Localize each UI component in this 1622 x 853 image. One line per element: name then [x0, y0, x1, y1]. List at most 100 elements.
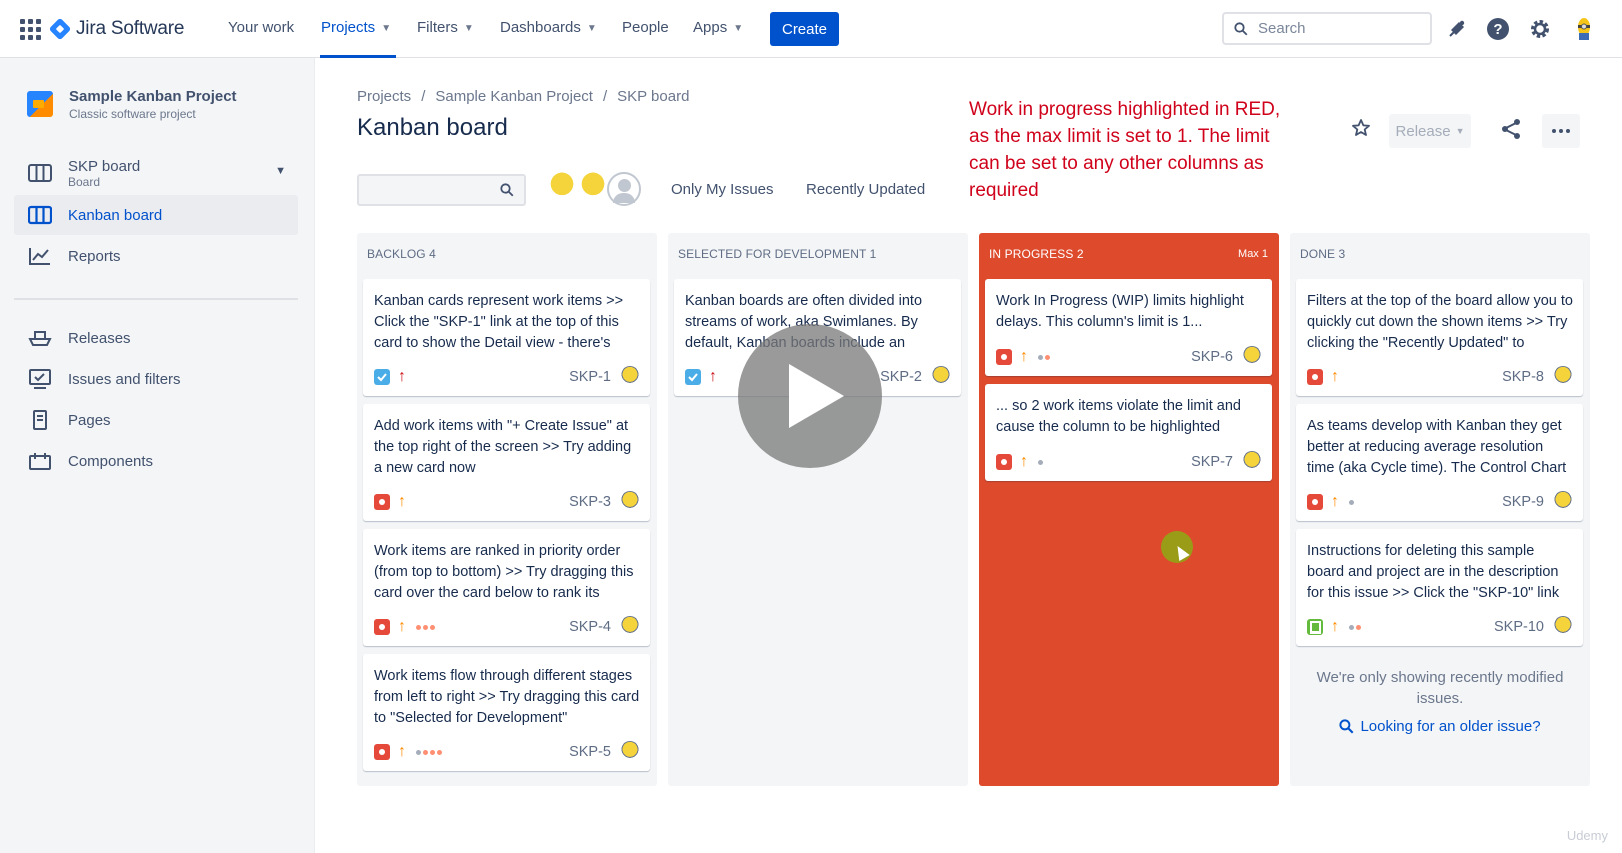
issue-key[interactable]: SKP-2 — [880, 369, 922, 385]
chevron-down-icon: ▼ — [463, 23, 474, 34]
estimate-dots-icon — [1038, 354, 1050, 360]
issue-card[interactable]: As teams develop with Kanban they get be… — [1296, 404, 1583, 521]
issue-key[interactable]: SKP-1 — [569, 369, 611, 385]
jira-logo[interactable]: Jira Software — [48, 14, 185, 44]
sidebar-item-kanban-board[interactable]: Kanban board — [14, 195, 298, 235]
create-button[interactable]: Create — [770, 12, 839, 46]
video-play-button[interactable] — [738, 324, 882, 468]
estimate-dots-icon — [1038, 459, 1043, 465]
assignee-avatar[interactable] — [619, 616, 641, 638]
share-icon[interactable] — [1500, 118, 1522, 145]
active-nav-indicator — [320, 55, 396, 58]
assignee-avatar[interactable] — [619, 366, 641, 388]
star-icon[interactable] — [1351, 118, 1371, 143]
project-avatar[interactable] — [27, 91, 53, 117]
priority-medium-icon: ↑ — [398, 493, 406, 510]
issue-key[interactable]: SKP-10 — [1494, 619, 1544, 635]
column-header: BACKLOG 4 — [367, 247, 436, 261]
nav-dashboards[interactable]: Dashboards ▼ — [500, 19, 597, 36]
issue-card[interactable]: Add work items with "+ Create Issue" at … — [363, 404, 650, 521]
issue-card[interactable]: Work In Progress (WIP) limits highlight … — [985, 279, 1272, 376]
settings-gear-icon[interactable] — [1527, 16, 1553, 42]
board-switcher[interactable]: SKP board Board ▼ — [14, 150, 298, 196]
assignee-avatar[interactable] — [1552, 491, 1574, 513]
release-button[interactable]: Release ▼ — [1389, 114, 1471, 148]
issue-card[interactable]: Kanban cards represent work items >> Cli… — [363, 279, 650, 396]
user-avatar[interactable] — [1571, 16, 1597, 42]
card-summary: Kanban cards represent work items >> Cli… — [374, 293, 624, 351]
chart-line-icon — [27, 245, 53, 267]
issue-key[interactable]: SKP-8 — [1502, 369, 1544, 385]
issue-key[interactable]: SKP-4 — [569, 619, 611, 635]
card-footer: ↑ SKP-6 — [996, 346, 1263, 368]
bug-icon — [1307, 369, 1323, 385]
bug-icon — [374, 619, 390, 635]
search-icon — [500, 183, 514, 197]
task-checkbox-icon — [374, 369, 390, 385]
breadcrumb-project[interactable]: Sample Kanban Project — [435, 88, 593, 105]
page-icon — [27, 409, 53, 431]
nav-your-work[interactable]: Your work — [228, 19, 294, 36]
chevron-down-icon: ▼ — [586, 23, 597, 34]
issue-card[interactable]: ... so 2 work items violate the limit an… — [985, 384, 1272, 481]
more-actions-icon[interactable] — [1542, 114, 1580, 148]
quick-filter-only-my-issues[interactable]: Only My Issues — [671, 181, 774, 198]
assignee-avatar[interactable] — [1552, 616, 1574, 638]
issue-key[interactable]: SKP-3 — [569, 494, 611, 510]
card-summary: Add work items with "+ Create Issue" at … — [374, 418, 632, 476]
help-icon[interactable]: ? — [1485, 16, 1511, 42]
project-name[interactable]: Sample Kanban Project — [69, 88, 237, 105]
sidebar-item-label: Issues and filters — [68, 370, 181, 388]
global-search-input[interactable]: Search — [1222, 12, 1432, 45]
issue-key[interactable]: SKP-6 — [1191, 349, 1233, 365]
breadcrumb-projects[interactable]: Projects — [357, 88, 411, 105]
assignee-avatar[interactable] — [930, 366, 952, 388]
issue-card[interactable]: Instructions for deleting this sample bo… — [1296, 529, 1583, 646]
sidebar-item-components[interactable]: Components — [14, 441, 298, 481]
board-column: IN PROGRESS 2 Max 1 Work In Progress (WIP)… — [979, 233, 1279, 786]
bug-icon — [996, 454, 1012, 470]
sidebar-item-label: Reports — [68, 247, 121, 265]
chevron-down-icon: ▼ — [275, 165, 286, 177]
assignee-avatar[interactable] — [1552, 366, 1574, 388]
nav-filters[interactable]: Filters ▼ — [417, 19, 474, 36]
assignee-avatar[interactable] — [1241, 346, 1263, 368]
assignee-avatar[interactable] — [619, 741, 641, 763]
breadcrumb-board[interactable]: SKP board — [617, 88, 689, 105]
issue-key[interactable]: SKP-7 — [1191, 454, 1233, 470]
unassigned-filter-avatar[interactable] — [607, 172, 641, 206]
nav-projects[interactable]: Projects ▼ — [321, 19, 391, 36]
priority-medium-icon: ↑ — [1331, 493, 1339, 510]
older-issue-link[interactable]: Looking for an older issue? — [1290, 718, 1590, 735]
release-label: Release — [1395, 122, 1451, 140]
quick-filter-recently-updated[interactable]: Recently Updated — [806, 181, 925, 198]
issue-card[interactable]: Filters at the top of the board allow yo… — [1296, 279, 1583, 396]
issue-key[interactable]: SKP-5 — [569, 744, 611, 760]
sidebar-item-reports[interactable]: Reports — [14, 236, 298, 276]
notifications-icon[interactable] — [1444, 16, 1470, 42]
priority-medium-icon: ↑ — [1331, 368, 1339, 385]
assignee-avatar[interactable] — [1241, 451, 1263, 473]
board-search-input[interactable] — [357, 174, 526, 206]
product-name: Jira Software — [76, 18, 185, 39]
nav-apps[interactable]: Apps ▼ — [693, 19, 743, 36]
board-column: BACKLOG 4 Kanban cards represent work ite… — [357, 233, 657, 786]
estimate-dots-icon — [416, 749, 442, 755]
chevron-down-icon: ▼ — [381, 23, 392, 34]
issue-card[interactable]: Work items flow through different stages… — [363, 654, 650, 771]
issue-card[interactable]: Work items are ranked in priority order … — [363, 529, 650, 646]
assignee-avatar[interactable] — [619, 491, 641, 513]
project-type: Classic software project — [69, 107, 196, 121]
sidebar-item-pages[interactable]: Pages — [14, 400, 298, 440]
priority-medium-icon: ↑ — [1020, 453, 1028, 470]
nav-people[interactable]: People — [622, 19, 669, 36]
sidebar-item-releases[interactable]: Releases — [14, 318, 298, 358]
card-footer: ↑ SKP-1 — [374, 366, 641, 388]
card-summary: Filters at the top of the board allow yo… — [1307, 293, 1573, 351]
assignee-filter-avatar[interactable] — [545, 172, 579, 206]
priority-medium-icon: ↑ — [398, 618, 406, 635]
sidebar-item-issues-filters[interactable]: Issues and filters — [14, 359, 298, 399]
issue-key[interactable]: SKP-9 — [1502, 494, 1544, 510]
app-switcher-icon[interactable] — [18, 17, 42, 41]
assignee-filter-avatar[interactable] — [576, 172, 610, 206]
